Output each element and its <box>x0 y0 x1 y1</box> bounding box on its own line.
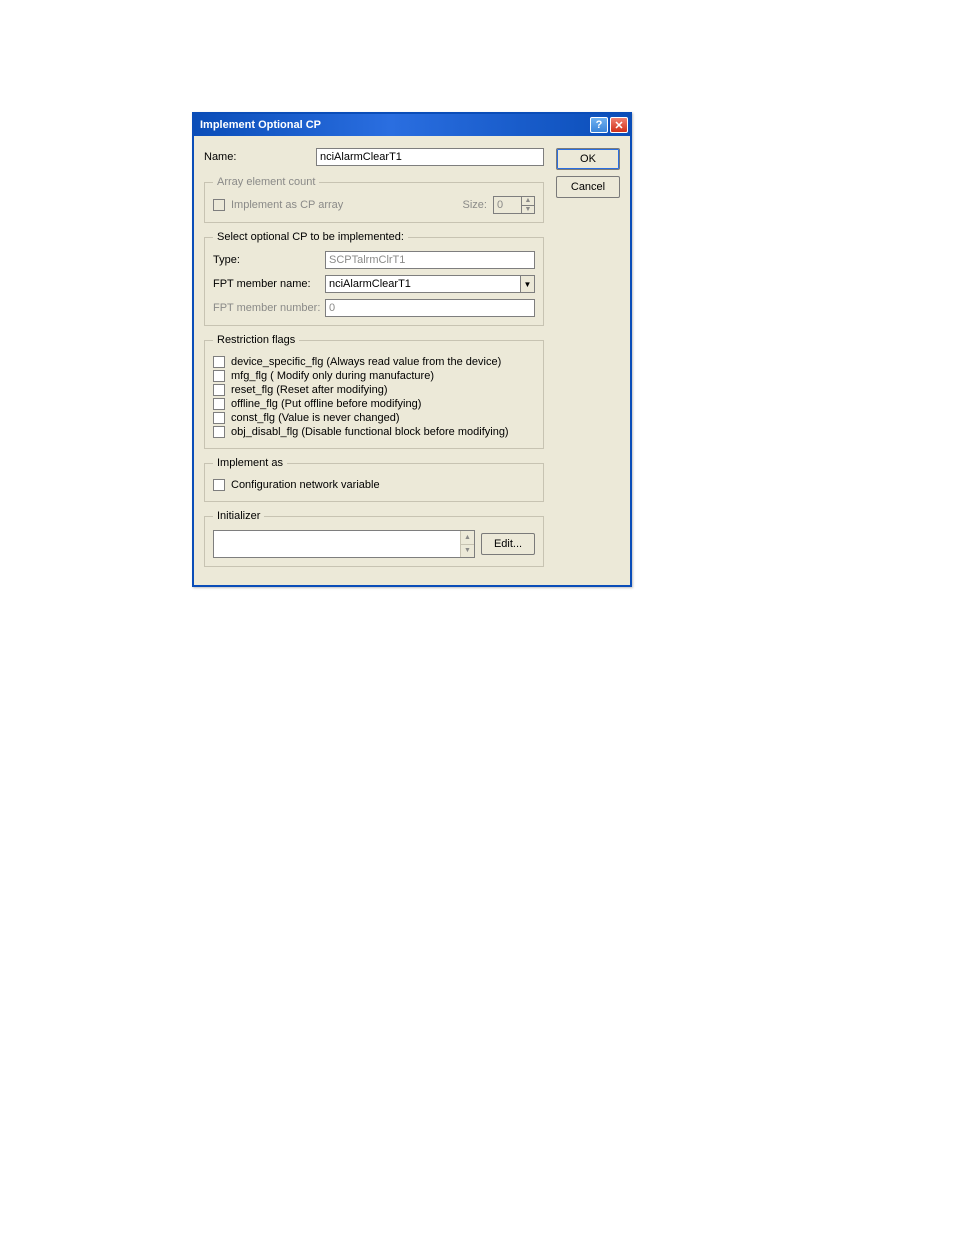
type-label: Type: <box>213 254 325 266</box>
fpt-member-name-label: FPT member name: <box>213 278 325 290</box>
flag-reset-checkbox[interactable] <box>213 384 225 396</box>
fpt-member-name-input[interactable] <box>326 276 520 292</box>
size-group: Size: ▲ ▼ <box>463 196 535 214</box>
name-label: Name: <box>204 151 316 163</box>
flag-offline: offline_flg (Put offline before modifyin… <box>213 398 535 410</box>
type-row: Type: <box>213 251 535 269</box>
flag-device-specific-label: device_specific_flg (Always read value f… <box>231 356 501 368</box>
ok-button[interactable]: OK <box>556 148 620 170</box>
initializer-textarea[interactable]: ▲ ▼ <box>213 530 475 558</box>
flag-obj-disabl: obj_disabl_flg (Disable functional block… <box>213 426 535 438</box>
scroll-down-icon[interactable]: ▼ <box>461 545 474 558</box>
name-input[interactable] <box>316 148 544 166</box>
flag-const: const_flg (Value is never changed) <box>213 412 535 424</box>
spin-up-icon: ▲ <box>521 196 535 205</box>
flag-const-label: const_flg (Value is never changed) <box>231 412 400 424</box>
type-field <box>325 251 535 269</box>
close-icon: ✕ <box>614 119 623 132</box>
question-icon: ? <box>596 119 603 131</box>
fpt-member-number-row: FPT member number: <box>213 299 535 317</box>
implement-as-group: Implement as Configuration network varia… <box>204 457 544 502</box>
chevron-down-icon[interactable]: ▼ <box>520 276 534 292</box>
name-row: Name: <box>204 148 544 166</box>
help-button[interactable]: ? <box>590 117 608 133</box>
flag-mfg: mfg_flg ( Modify only during manufacture… <box>213 370 535 382</box>
flag-device-specific: device_specific_flg (Always read value f… <box>213 356 535 368</box>
size-label: Size: <box>463 199 487 211</box>
edit-button[interactable]: Edit... <box>481 533 535 555</box>
dialog-body: OK Cancel Name: Array element count Impl… <box>194 136 630 585</box>
fpt-member-number-label: FPT member number: <box>213 302 325 314</box>
flag-offline-label: offline_flg (Put offline before modifyin… <box>231 398 421 410</box>
implement-as-cp-array-checkbox <box>213 199 225 211</box>
flag-const-checkbox[interactable] <box>213 412 225 424</box>
initializer-legend: Initializer <box>213 510 264 522</box>
size-input <box>493 196 521 214</box>
config-network-variable-label: Configuration network variable <box>231 479 380 491</box>
flag-obj-disabl-checkbox[interactable] <box>213 426 225 438</box>
flag-obj-disabl-label: obj_disabl_flg (Disable functional block… <box>231 426 509 438</box>
titlebar[interactable]: Implement Optional CP ? ✕ <box>194 114 630 136</box>
close-button[interactable]: ✕ <box>610 117 628 133</box>
array-legend: Array element count <box>213 176 319 188</box>
config-network-variable-row: Configuration network variable <box>213 479 535 491</box>
flag-offline-checkbox[interactable] <box>213 398 225 410</box>
restriction-legend: Restriction flags <box>213 334 299 346</box>
restriction-flags-group: Restriction flags device_specific_flg (A… <box>204 334 544 449</box>
config-network-variable-checkbox[interactable] <box>213 479 225 491</box>
window-title: Implement Optional CP <box>200 119 321 131</box>
fpt-member-number-field <box>325 299 535 317</box>
flag-mfg-checkbox[interactable] <box>213 370 225 382</box>
flag-reset-label: reset_flg (Reset after modifying) <box>231 384 388 396</box>
form-area: Name: Array element count Implement as C… <box>204 148 544 567</box>
size-spinner: ▲ ▼ <box>493 196 535 214</box>
implement-as-cp-array-label: Implement as CP array <box>231 199 343 211</box>
flag-mfg-label: mfg_flg ( Modify only during manufacture… <box>231 370 434 382</box>
cancel-button[interactable]: Cancel <box>556 176 620 198</box>
select-legend: Select optional CP to be implemented: <box>213 231 408 243</box>
flag-reset: reset_flg (Reset after modifying) <box>213 384 535 396</box>
select-optional-cp-group: Select optional CP to be implemented: Ty… <box>204 231 544 326</box>
spin-down-icon: ▼ <box>521 205 535 215</box>
implement-as-legend: Implement as <box>213 457 287 469</box>
array-element-count-group: Array element count Implement as CP arra… <box>204 176 544 223</box>
flag-device-specific-checkbox[interactable] <box>213 356 225 368</box>
dialog-implement-optional-cp: Implement Optional CP ? ✕ OK Cancel Name… <box>192 112 632 587</box>
right-button-column: OK Cancel <box>556 148 620 204</box>
scroll-up-icon[interactable]: ▲ <box>461 531 474 545</box>
initializer-group: Initializer ▲ ▼ Edit... <box>204 510 544 567</box>
fpt-member-name-combo[interactable]: ▼ <box>325 275 535 293</box>
fpt-member-name-row: FPT member name: ▼ <box>213 275 535 293</box>
implement-as-cp-array-row: Implement as CP array <box>213 199 343 211</box>
